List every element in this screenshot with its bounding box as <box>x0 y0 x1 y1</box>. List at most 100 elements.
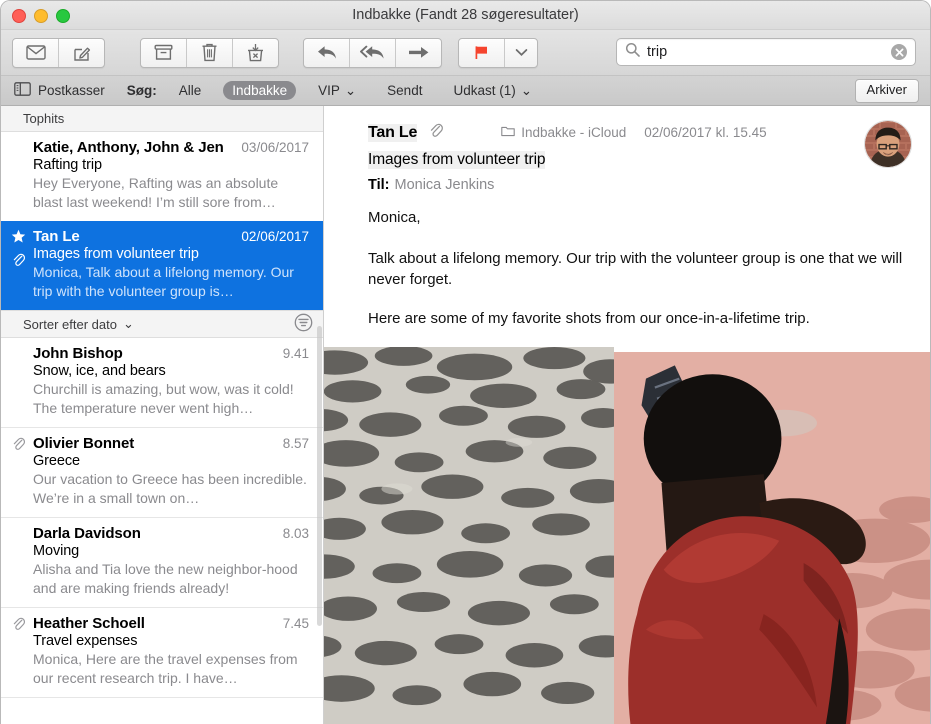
scope-vip[interactable]: VIP ⌄ <box>309 81 365 101</box>
sidebar-icon <box>14 82 31 99</box>
paperclip-icon <box>12 252 25 272</box>
photo-attachment-right[interactable] <box>614 352 930 724</box>
message-snippet: Monica, Here are the travel expenses fro… <box>33 651 298 686</box>
compose-icon <box>73 44 91 62</box>
chevron-down-icon <box>515 48 528 57</box>
content-area: Tophits Katie, Anthony, John & Jen 03/06… <box>1 106 930 724</box>
scope-alle-label: Alle <box>178 83 202 98</box>
folder-icon <box>501 125 515 140</box>
search-field[interactable] <box>616 38 916 66</box>
reply-arrow-icon <box>316 44 338 61</box>
to-value[interactable]: Monica Jenkins <box>394 177 494 193</box>
clear-search-button[interactable] <box>891 44 907 60</box>
message-subject: Moving <box>33 543 80 559</box>
list-item[interactable]: Katie, Anthony, John & Jen 03/06/2017 Ra… <box>1 132 323 221</box>
forward-button[interactable] <box>396 39 441 67</box>
message-snippet: Alisha and Tia love the new neighbor-hoo… <box>33 561 298 596</box>
toolbar <box>1 30 930 76</box>
sort-menu-button[interactable]: Sorter efter dato ⌄ <box>23 316 134 332</box>
message-date: 7.45 <box>282 616 309 631</box>
paperclip-icon <box>12 436 25 456</box>
chevron-down-icon: ⌄ <box>122 316 134 331</box>
message-date: 8.57 <box>282 436 309 451</box>
message-date: 02/06/2017 <box>241 229 309 244</box>
avatar[interactable] <box>864 120 912 168</box>
sort-label: Sorter efter dato <box>23 316 117 332</box>
get-mail-button[interactable] <box>13 38 59 67</box>
message-sender: Katie, Anthony, John & Jen <box>33 139 224 156</box>
mail-window: Indbakke (Fandt 28 søgeresultater) trip … <box>0 0 931 724</box>
envelope-icon <box>25 45 46 60</box>
chevron-down-icon: ⌄ <box>344 82 357 98</box>
reply-button[interactable] <box>304 38 350 67</box>
message-timestamp: 02/06/2017 kl. 15.45 <box>644 125 767 140</box>
search-input[interactable] <box>647 44 891 60</box>
reply-actions-group <box>303 37 442 68</box>
message-actions-group <box>140 37 279 68</box>
body-paragraph: Here are some of my favorite shots from … <box>368 310 810 327</box>
scope-sendt-label: Sendt <box>387 83 423 98</box>
minimize-button[interactable] <box>34 9 48 23</box>
message-list[interactable]: Tophits Katie, Anthony, John & Jen 03/06… <box>1 106 324 724</box>
compose-button[interactable] <box>59 39 104 67</box>
delete-button[interactable] <box>187 38 233 67</box>
message-sender: Darla Davidson <box>33 525 141 542</box>
message-snippet: Our vacation to Greece has been incredib… <box>33 471 307 506</box>
message-subject: Images from volunteer trip <box>33 246 199 262</box>
list-item[interactable]: Olivier Bonnet 8.57 Greece Our vacation … <box>1 428 323 518</box>
message-date: 03/06/2017 <box>241 140 309 155</box>
archive-bar-button[interactable]: Arkiver <box>854 79 919 103</box>
message-list-scrollbar[interactable] <box>317 326 322 626</box>
trash-icon <box>201 43 218 62</box>
list-item-selected[interactable]: Tan Le 02/06/2017 Images from volunteer … <box>1 221 323 310</box>
attachment-photos <box>324 347 930 724</box>
flag-group <box>458 37 538 68</box>
flag-menu-button[interactable] <box>505 39 537 67</box>
message-date: 8.03 <box>282 526 309 541</box>
scope-indbakke-label: Indbakke <box>232 83 288 98</box>
search-icon <box>625 42 640 62</box>
list-item[interactable]: John Bishop 9.41 Snow, ice, and bears Ch… <box>1 338 323 428</box>
scope-vip-label: VIP <box>318 83 340 98</box>
sort-bar: Sorter efter dato ⌄ <box>1 310 323 338</box>
flag-button[interactable] <box>459 38 505 67</box>
filter-icon[interactable] <box>294 313 313 335</box>
message-subject: Snow, ice, and bears <box>33 363 166 379</box>
scope-sendt[interactable]: Sendt <box>378 81 431 100</box>
message-date: 9.41 <box>282 346 309 361</box>
scope-alle[interactable]: Alle <box>170 81 211 100</box>
mailboxes-label: Postkasser <box>38 83 105 98</box>
photo-attachment-left[interactable] <box>324 347 614 724</box>
message-subject: Travel expenses <box>33 633 138 649</box>
list-item[interactable]: Darla Davidson 8.03 Moving Alisha and Ti… <box>1 518 323 608</box>
close-button[interactable] <box>12 9 26 23</box>
reply-all-button[interactable] <box>350 38 396 67</box>
message-snippet: Monica, Talk about a lifelong memory. Ou… <box>33 264 294 299</box>
message-snippet: Churchill is amazing, but wow, was it co… <box>33 381 294 416</box>
window-controls <box>12 9 70 23</box>
message-subject: Images from volunteer trip <box>368 151 546 169</box>
title-bar: Indbakke (Fandt 28 søgeresultater) <box>1 1 930 30</box>
message-subject: Greece <box>33 453 80 469</box>
message-sender: Heather Schoell <box>33 615 145 632</box>
message-gutter <box>9 436 27 456</box>
archive-button[interactable] <box>141 38 187 67</box>
reading-pane: Tan Le Indbakke - iCloud 02/06/2017 kl. … <box>324 106 930 724</box>
message-recipients: Til: Monica Jenkins <box>368 177 912 193</box>
zoom-button[interactable] <box>56 9 70 23</box>
chevron-down-icon: ⌄ <box>520 82 533 98</box>
paperclip-icon <box>429 122 444 143</box>
junk-button[interactable] <box>233 39 278 67</box>
forward-arrow-icon <box>408 45 430 60</box>
favorites-bar: Postkasser Søg: Alle Indbakke VIP ⌄ Send… <box>1 76 930 106</box>
mailboxes-toggle[interactable]: Postkasser <box>14 82 105 99</box>
message-sender: Tan Le <box>33 228 80 245</box>
message-gutter <box>9 616 27 636</box>
body-paragraph: Talk about a lifelong memory. Our trip w… <box>368 250 903 288</box>
photo-left-image <box>324 347 614 724</box>
scope-udkast-label: Udkast (1) <box>453 83 516 98</box>
scope-indbakke[interactable]: Indbakke <box>223 81 297 100</box>
scope-udkast[interactable]: Udkast (1) ⌄ <box>444 81 541 101</box>
message-mailbox: Indbakke - iCloud <box>501 125 626 140</box>
list-item[interactable]: Heather Schoell 7.45 Travel expenses Mon… <box>1 608 323 698</box>
